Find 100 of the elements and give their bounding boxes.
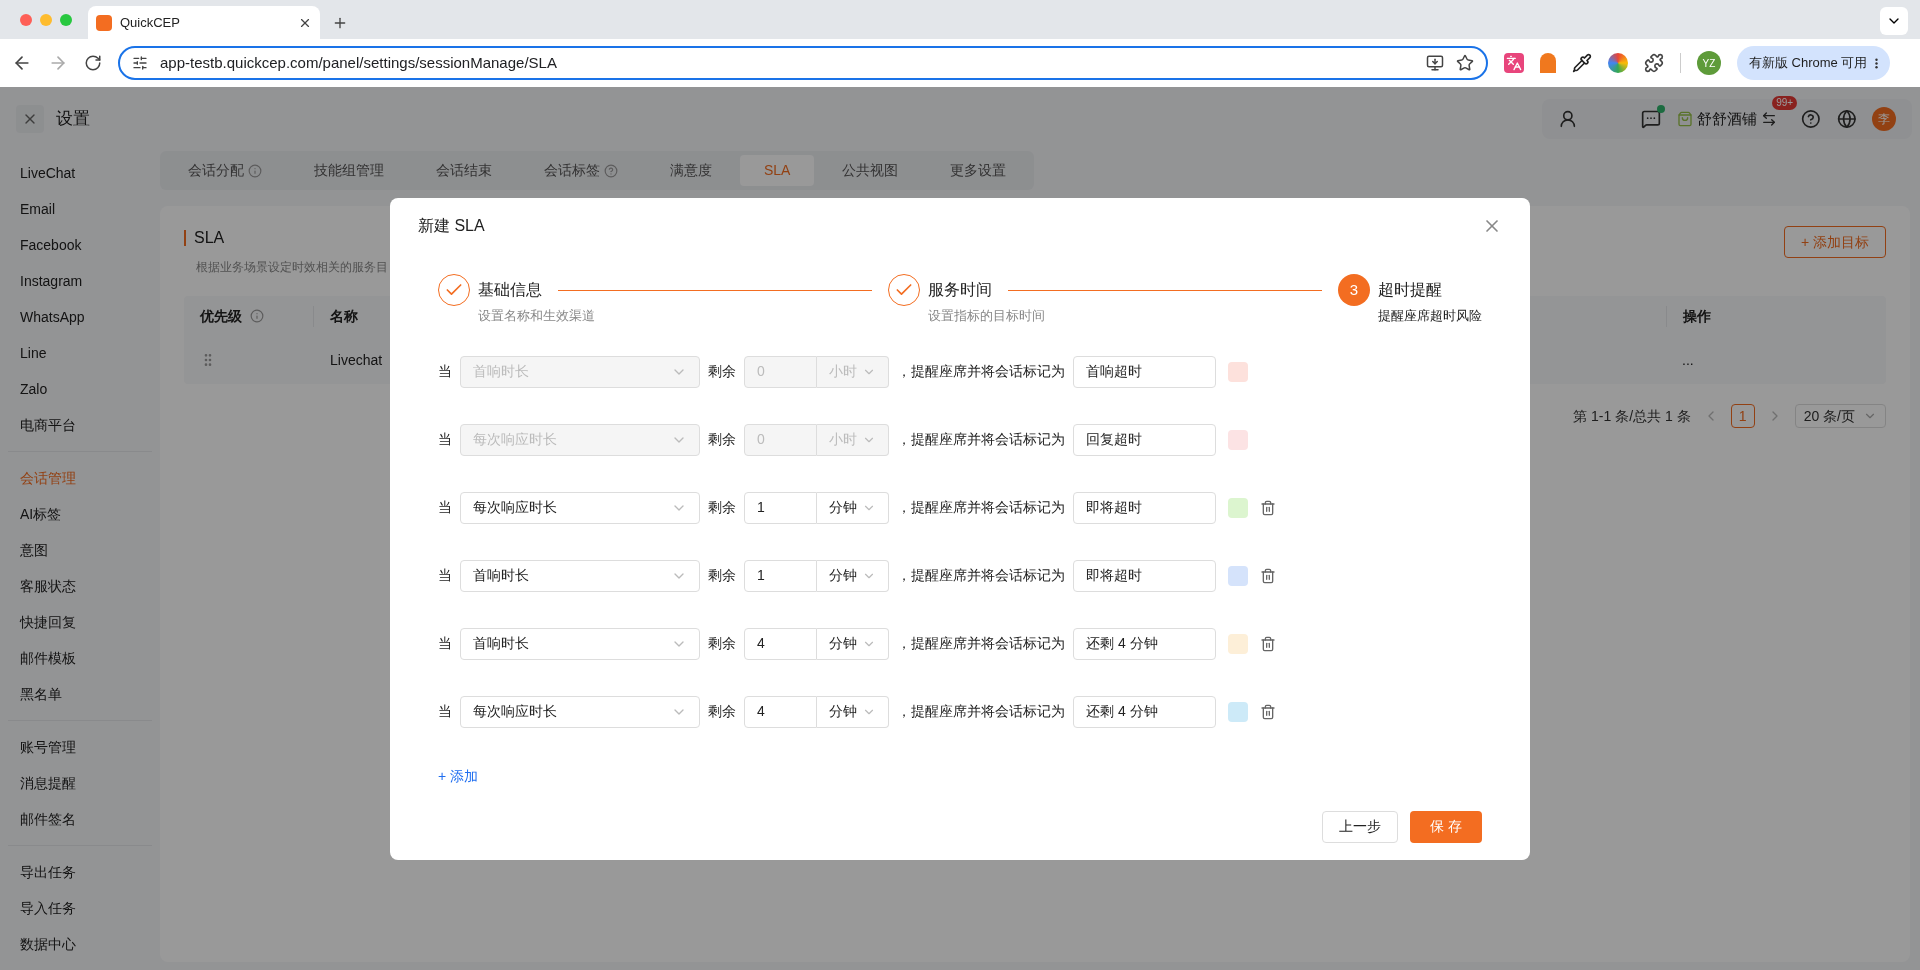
amount-input[interactable]: 1: [744, 491, 817, 524]
unit-select[interactable]: 分钟: [817, 695, 889, 728]
sidebar-item[interactable]: Email: [8, 191, 152, 227]
shop-name[interactable]: 舒舒酒铺: [1697, 107, 1758, 131]
sidebar-item[interactable]: AI标签: [8, 496, 152, 532]
sidebar-item[interactable]: 导出任务: [8, 854, 152, 890]
metric-select[interactable]: 首响时长: [460, 559, 700, 592]
rule-label: ，提醒座席并将会话标记为: [897, 430, 1065, 449]
rule-label: 当: [438, 702, 453, 721]
unit-select[interactable]: 分钟: [817, 559, 889, 592]
user-clock-icon[interactable]: [1558, 109, 1578, 129]
rule-label: ，提醒座席并将会话标记为: [897, 362, 1065, 381]
menu-icon: [1875, 56, 1879, 70]
unit-select[interactable]: 分钟: [817, 491, 889, 524]
close-settings-button[interactable]: [16, 105, 44, 133]
sidebar-item[interactable]: LiveChat: [8, 155, 152, 191]
delete-icon[interactable]: [1260, 567, 1276, 584]
sidebar-item[interactable]: Instagram: [8, 263, 152, 299]
sidebar-item[interactable]: Zalo: [8, 371, 152, 407]
amount-input[interactable]: 4: [744, 695, 817, 728]
site-settings-icon[interactable]: [132, 55, 148, 71]
settings-tab[interactable]: 满意度: [646, 155, 736, 186]
table-header-cell: 操作: [1666, 305, 1886, 327]
metric-select[interactable]: 首响时长: [460, 627, 700, 660]
reload-icon[interactable]: [84, 54, 102, 72]
rule-label: 当: [438, 498, 453, 517]
switch-icon[interactable]: [1761, 111, 1778, 127]
sidebar-item[interactable]: 数据中心: [8, 926, 152, 962]
sidebar-item[interactable]: 快捷回复: [8, 604, 152, 640]
settings-tab[interactable]: 公共视图: [818, 155, 923, 186]
more-actions[interactable]: ...: [1666, 349, 1886, 371]
update-chrome-button[interactable]: 有新版 Chrome 可用: [1737, 46, 1891, 80]
eyedropper-icon[interactable]: [1572, 53, 1592, 73]
delete-icon[interactable]: [1260, 635, 1276, 652]
rule-label: ，提醒座席并将会话标记为: [897, 634, 1065, 653]
sidebar-item[interactable]: Facebook: [8, 227, 152, 263]
site-logo-icon: [96, 14, 112, 31]
page-size-select[interactable]: 20 条/页: [1794, 404, 1886, 428]
previous-step-button[interactable]: 上一步: [1322, 810, 1399, 843]
step-title: 超时提醒: [1378, 280, 1442, 300]
sidebar-item[interactable]: 黑名单: [8, 676, 152, 712]
sidebar-item[interactable]: 导入任务: [8, 890, 152, 926]
delete-icon[interactable]: [1260, 499, 1276, 516]
profile-avatar[interactable]: YZ: [1697, 51, 1721, 75]
delete-icon[interactable]: [1260, 703, 1276, 720]
sidebar-item[interactable]: 消息提醒: [8, 765, 152, 801]
sidebar-item[interactable]: 电商平台: [8, 407, 152, 443]
amount-input[interactable]: 1: [744, 559, 817, 592]
rule-label: 剩余: [708, 634, 736, 653]
address-bar[interactable]: app-testb.quickcep.com/panel/settings/sessionManage/SLA: [118, 46, 1488, 80]
tag-color-swatch[interactable]: [1228, 497, 1248, 518]
tag-input[interactable]: 还剩 4 分钟: [1073, 627, 1216, 660]
metric-select[interactable]: 每次响应时长: [460, 695, 700, 728]
settings-tab[interactable]: 更多设置: [926, 155, 1031, 186]
sidebar-item[interactable]: 邮件签名: [8, 801, 152, 837]
amount-input[interactable]: 4: [744, 627, 817, 660]
table-header-cell-text: 名称: [329, 306, 359, 326]
color-wheel-icon[interactable]: [1608, 53, 1628, 73]
new-tab-icon[interactable]: [332, 15, 348, 31]
settings-tab[interactable]: 会话结束: [412, 155, 516, 186]
sidebar-item[interactable]: 邮件模板: [8, 640, 152, 676]
sidebar-item[interactable]: 意图: [8, 532, 152, 568]
language-icon[interactable]: [1836, 109, 1857, 129]
metric-select[interactable]: 每次响应时长: [460, 491, 700, 524]
settings-tab[interactable]: 技能组管理: [290, 155, 408, 186]
extension-icon[interactable]: [1540, 53, 1556, 73]
help-icon[interactable]: [1801, 109, 1821, 129]
rule-label: ，提醒座席并将会话标记为: [897, 566, 1065, 585]
rule-label: 剩余: [708, 430, 736, 449]
tag-color-swatch[interactable]: [1228, 701, 1248, 722]
tag-input[interactable]: 即将超时: [1073, 491, 1216, 524]
tag-color-swatch[interactable]: [1228, 633, 1248, 654]
section-description: 根据业务场景设定时效相关的服务目: [195, 259, 388, 276]
sidebar-item[interactable]: 客服状态: [8, 568, 152, 604]
dialog-title: 新建 SLA: [418, 216, 485, 236]
unit-select[interactable]: 分钟: [817, 627, 889, 660]
sidebar-item[interactable]: Line: [8, 335, 152, 371]
rule-label: 当: [438, 362, 453, 381]
step-description: 提醒座席超时风险: [1378, 307, 1482, 325]
tag-input[interactable]: 即将超时: [1073, 559, 1216, 592]
rule-label: 剩余: [708, 362, 736, 381]
extensions-icon[interactable]: [1644, 53, 1664, 73]
step-title: 基础信息: [478, 280, 542, 300]
section-title: SLA: [194, 228, 225, 248]
sidebar-item[interactable]: 账号管理: [8, 729, 152, 765]
sidebar-item[interactable]: WhatsApp: [8, 299, 152, 335]
add-rule-link[interactable]: + 添加: [438, 765, 479, 787]
install-icon[interactable]: [1426, 54, 1444, 72]
rule-label: 剩余: [708, 566, 736, 585]
translate-extension-icon[interactable]: [1504, 53, 1524, 73]
table-cell-text: Livechat: [329, 350, 384, 370]
settings-tab[interactable]: 会话分配: [164, 155, 286, 186]
settings-tab[interactable]: 会话标签: [520, 155, 642, 186]
tag-input[interactable]: 还剩 4 分钟: [1073, 695, 1216, 728]
rule-label: ，提醒座席并将会话标记为: [897, 702, 1065, 721]
bookmark-star-icon[interactable]: [1456, 54, 1474, 72]
tab-list-button[interactable]: [1880, 7, 1908, 35]
notification-badge: 99+: [1772, 95, 1798, 110]
tag-color-swatch[interactable]: [1228, 565, 1248, 586]
browser-tab[interactable]: QuickCEP: [88, 6, 320, 39]
